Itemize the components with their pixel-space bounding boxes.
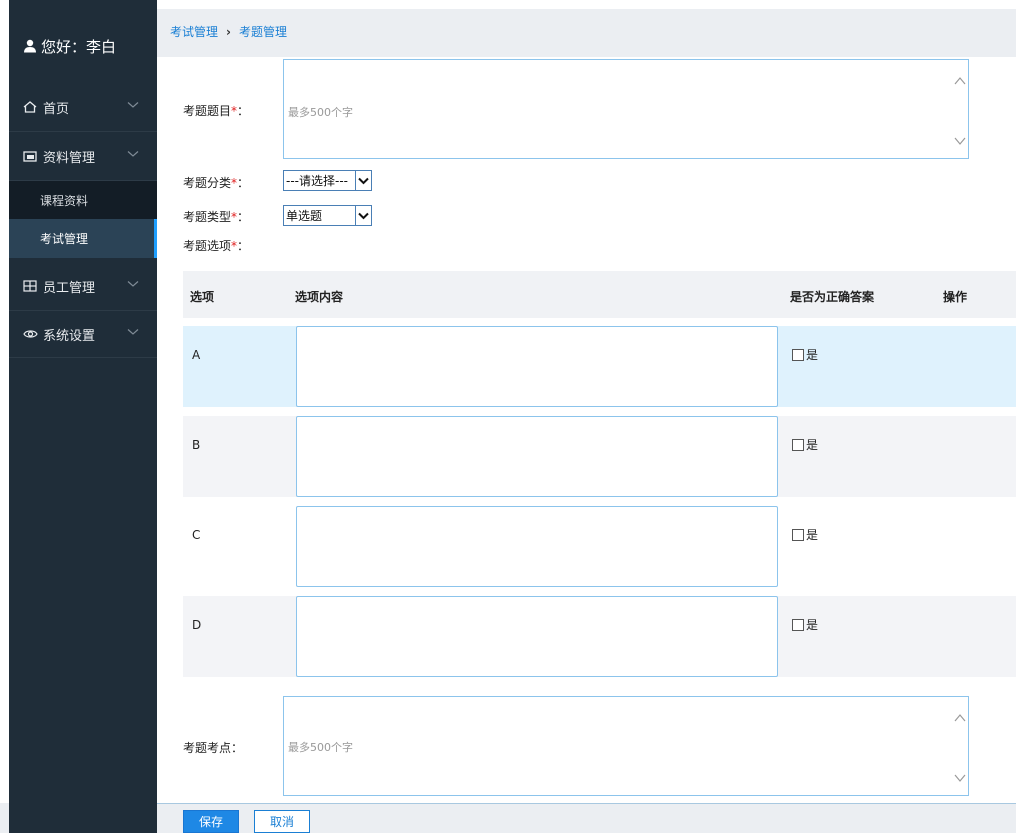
title-textarea[interactable]: 最多500个字: [283, 59, 969, 159]
title-placeholder: 最多500个字: [288, 106, 353, 119]
table-row: D 是: [183, 596, 1016, 677]
option-letter: B: [192, 438, 201, 452]
table-row: A 是: [183, 326, 1016, 407]
point-textarea[interactable]: 最多500个字: [283, 696, 969, 796]
title-label: 考题题目*：: [183, 102, 249, 119]
header-action: 操作: [943, 290, 968, 304]
scroll-down-icon[interactable]: [954, 136, 966, 146]
correct-answer-checkbox[interactable]: 是: [792, 436, 818, 453]
breadcrumb-bar: 考试管理 › 考题管理: [157, 9, 1016, 57]
checkbox-label: 是: [806, 438, 819, 452]
sidebar-subitem-course-materials[interactable]: 课程资料: [9, 181, 157, 219]
category-select[interactable]: ---请选择---: [283, 170, 372, 191]
correct-answer-checkbox[interactable]: 是: [792, 346, 818, 363]
label-colon: ：: [237, 104, 250, 118]
sidebar-item-home[interactable]: 首页: [9, 83, 157, 132]
user-icon: [24, 39, 36, 53]
options-table-header: 选项 选项内容 是否为正确答案 操作: [183, 271, 1016, 318]
sidebar-item-employees[interactable]: 员工管理: [9, 262, 157, 311]
label-colon: ：: [237, 176, 250, 190]
save-button[interactable]: 保存: [183, 810, 239, 833]
scroll-up-icon[interactable]: [954, 713, 966, 723]
options-label-text: 考题选项: [183, 239, 232, 253]
left-edge-strip: [0, 0, 9, 833]
home-icon: [22, 100, 38, 114]
point-label: 考题考点：: [183, 741, 244, 755]
type-select-value: 单选题: [286, 209, 323, 223]
type-label-text: 考题类型: [183, 210, 232, 224]
checkbox-label: 是: [806, 618, 819, 632]
chevron-down-icon[interactable]: [355, 171, 371, 190]
correct-answer-checkbox[interactable]: 是: [792, 616, 818, 633]
eye-settings-icon: [22, 327, 38, 341]
breadcrumb-parent[interactable]: 考试管理: [170, 23, 218, 40]
chevron-down-icon[interactable]: [355, 206, 371, 225]
header-option: 选项: [190, 290, 215, 304]
sidebar-item-label: 首页: [43, 101, 70, 117]
table-row: B 是: [183, 416, 1016, 497]
type-label: 考题类型*：: [183, 208, 249, 225]
table-row: C 是: [183, 506, 1016, 587]
user-greeting-text: 您好：李白: [41, 37, 117, 56]
chevron-down-icon: [127, 329, 139, 335]
point-placeholder: 最多500个字: [288, 741, 353, 754]
chevron-down-icon: [127, 151, 139, 157]
checkbox-box[interactable]: [792, 618, 804, 631]
chevron-down-icon: [127, 102, 139, 108]
sidebar-subitem-exam-management[interactable]: 考试管理: [9, 219, 157, 258]
header-correct: 是否为正确答案: [790, 290, 875, 304]
label-colon: ：: [237, 210, 250, 224]
option-letter: C: [192, 528, 201, 542]
folder-icon: [22, 149, 38, 163]
category-select-value: ---请选择---: [286, 174, 348, 188]
user-greeting: 您好：李白: [9, 0, 157, 82]
scroll-up-icon[interactable]: [954, 76, 966, 86]
option-letter: A: [192, 348, 201, 362]
option-content-input[interactable]: [296, 596, 778, 677]
sidebar-item-label: 员工管理: [43, 280, 96, 296]
sidebar-item-label: 资料管理: [43, 150, 96, 166]
correct-answer-checkbox[interactable]: 是: [792, 526, 818, 543]
checkbox-label: 是: [806, 528, 819, 542]
breadcrumb-separator: ›: [226, 24, 231, 39]
checkbox-box[interactable]: [792, 438, 804, 451]
option-content-input[interactable]: [296, 326, 778, 407]
sidebar-item-materials[interactable]: 资料管理: [9, 132, 157, 181]
option-content-input[interactable]: [296, 416, 778, 497]
main-content: 考试管理 › 考题管理 考题题目*： 最多500个字 考题分类*： ---请选择…: [157, 0, 1016, 833]
left-edge-strip-bottom: [0, 803, 9, 833]
checkbox-box[interactable]: [792, 528, 804, 541]
options-label: 考题选项*：: [183, 237, 249, 254]
sidebar: 您好：李白 首页 资料管理 课程资料 考试管理 员工管理 系统设置: [9, 0, 157, 833]
employee-icon: [22, 279, 38, 293]
title-label-text: 考题题目: [183, 104, 232, 118]
sidebar-subitem-label: 课程资料: [40, 193, 89, 208]
sidebar-subitem-label: 考试管理: [40, 232, 89, 246]
cancel-button[interactable]: 取消: [254, 810, 310, 833]
sidebar-item-label: 系统设置: [43, 328, 96, 344]
type-select[interactable]: 单选题: [283, 205, 372, 226]
category-label: 考题分类*：: [183, 174, 249, 191]
header-content: 选项内容: [295, 290, 344, 304]
breadcrumb: 考试管理 › 考题管理: [170, 23, 287, 40]
breadcrumb-current: 考题管理: [238, 25, 287, 39]
checkbox-box[interactable]: [792, 348, 804, 361]
option-letter: D: [192, 618, 202, 632]
sidebar-item-settings[interactable]: 系统设置: [9, 311, 157, 358]
category-label-text: 考题分类: [183, 176, 232, 190]
scroll-down-icon[interactable]: [954, 773, 966, 783]
label-colon: ：: [237, 239, 250, 253]
checkbox-label: 是: [806, 348, 819, 362]
chevron-down-icon: [127, 281, 139, 287]
option-content-input[interactable]: [296, 506, 778, 587]
